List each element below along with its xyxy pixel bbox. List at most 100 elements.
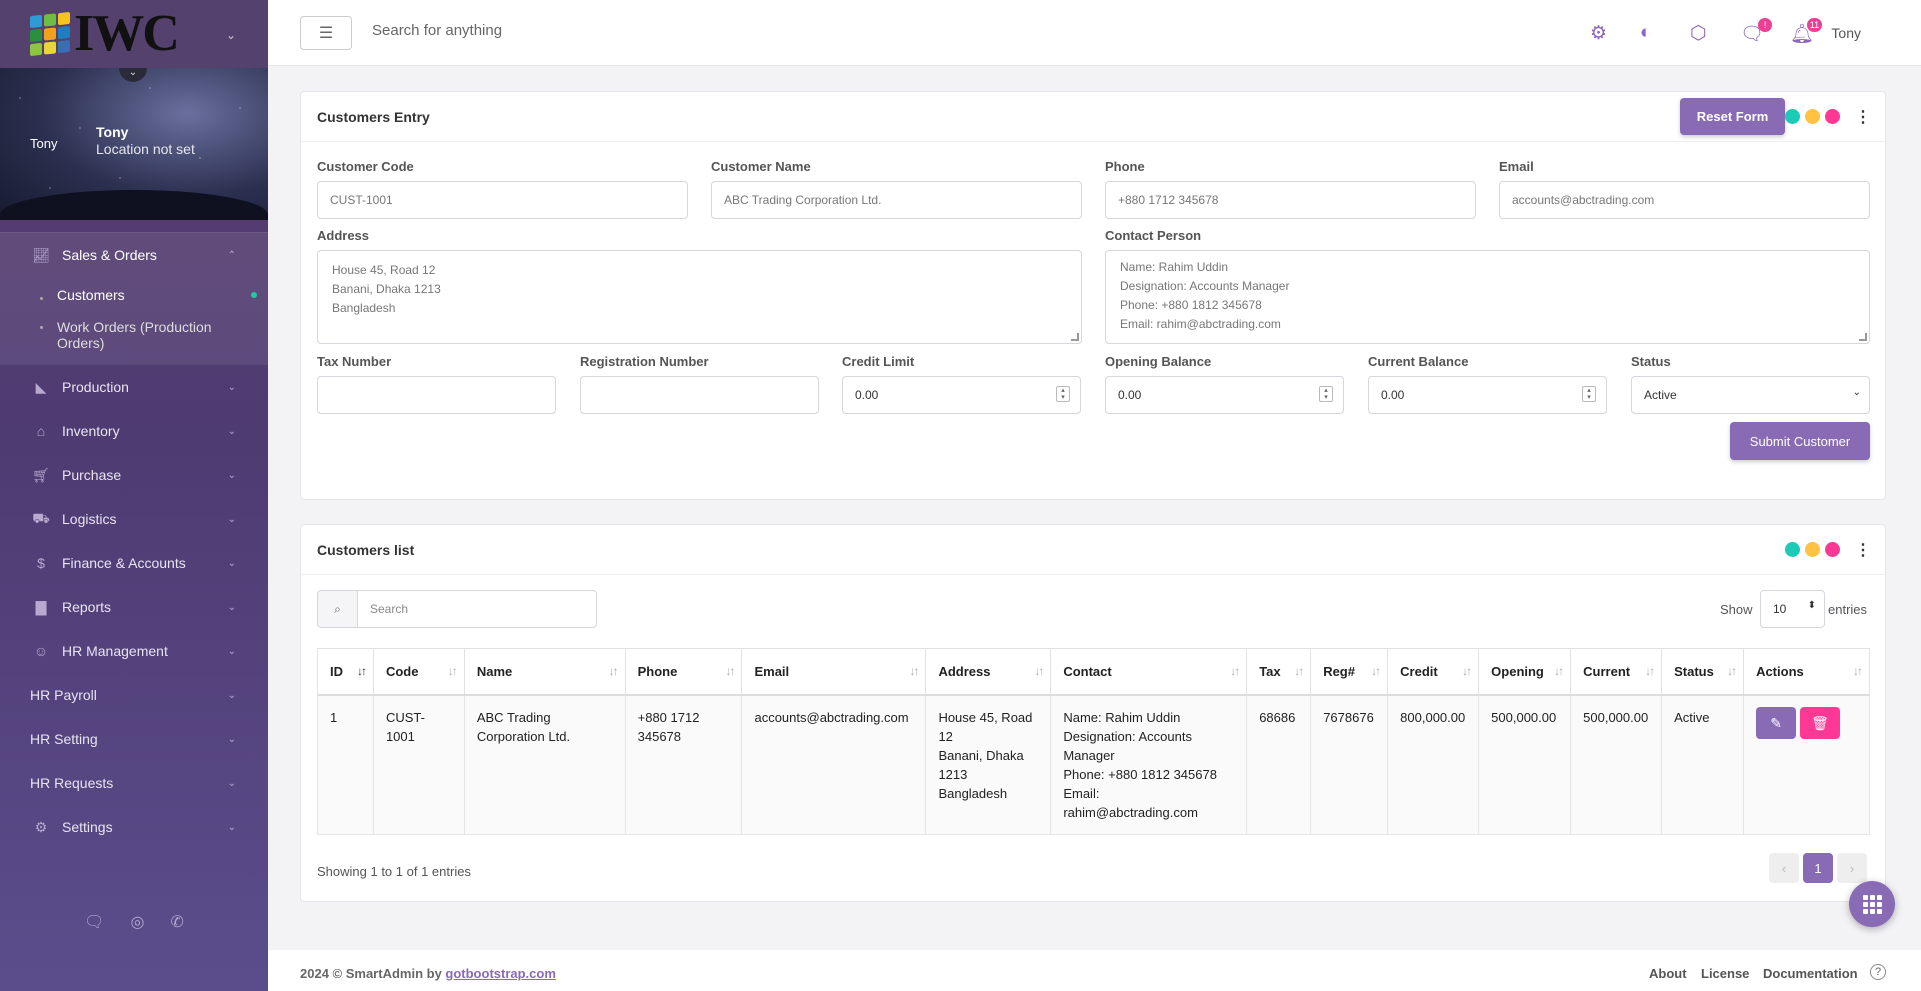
nav-item-settings[interactable]: ⚙ Settings ⌄ xyxy=(0,805,268,849)
page-button[interactable]: 1 xyxy=(1803,853,1833,883)
submit-customer-button[interactable]: Submit Customer xyxy=(1730,422,1870,460)
chevron-down-icon[interactable]: ⌄ xyxy=(226,28,236,42)
col-status[interactable]: Status ↓↑ xyxy=(1661,648,1745,696)
col-phone[interactable]: Phone ↓↑ xyxy=(624,648,743,696)
panel-title: Customers list xyxy=(317,541,415,558)
next-page-button[interactable]: › xyxy=(1837,853,1867,883)
col-current[interactable]: Current ↓↑ xyxy=(1570,648,1663,696)
nav-item-sales-orders[interactable]: 📈︎ Sales & Orders ⌃ xyxy=(0,233,268,277)
col-address[interactable]: Address ↓↑ xyxy=(925,648,1052,696)
credit-limit-input[interactable]: 0.00 ▴ ▾ xyxy=(842,376,1081,414)
global-search-input[interactable] xyxy=(372,22,772,39)
app-grid-button[interactable] xyxy=(1849,881,1895,927)
email-input[interactable]: accounts@abctrading.com xyxy=(1499,181,1870,219)
tax-number-input[interactable] xyxy=(317,376,556,414)
top-user-name[interactable]: Tony xyxy=(1831,25,1861,41)
sort-icon: ↓↑ xyxy=(1462,664,1472,678)
support-icon[interactable]: ◎ xyxy=(130,912,144,932)
menu-toggle-button[interactable]: ☰ xyxy=(300,16,352,50)
chevron-down-icon: ⌄ xyxy=(227,601,236,613)
resize-grip-icon[interactable] xyxy=(1071,333,1079,341)
col-id[interactable]: ID ↓↑ xyxy=(317,648,374,696)
footer-about-link[interactable]: About xyxy=(1649,966,1687,981)
close-dot[interactable] xyxy=(1825,109,1840,124)
sub-item-customers[interactable]: Customers xyxy=(0,277,268,313)
brand-logo[interactable]: IWC ⌄ xyxy=(0,0,268,68)
col-name[interactable]: Name ↓↑ xyxy=(463,648,626,696)
bell-icon[interactable]: 🔔︎ 11 xyxy=(1790,18,1823,46)
footer-link[interactable]: gotbootstrap.com xyxy=(445,966,556,981)
cube-icon[interactable]: ⬡ xyxy=(1690,22,1707,45)
prev-page-button[interactable]: ‹ xyxy=(1769,853,1799,883)
sub-item-work-orders[interactable]: Work Orders (Production Orders) xyxy=(0,313,268,357)
table-search-input[interactable]: Search xyxy=(357,590,597,628)
page-footer: 2024 © SmartAdmin by gotbootstrap.com Ab… xyxy=(268,950,1921,991)
entries-select[interactable]: 10 ⬍ xyxy=(1760,590,1825,628)
col-code[interactable]: Code ↓↑ xyxy=(372,648,465,696)
chevron-down-icon: ⌄ xyxy=(1852,387,1861,398)
opening-balance-input[interactable]: 0.00 ▴ ▾ xyxy=(1105,376,1344,414)
nav-item-purchase[interactable]: 🛒︎ Purchase ⌄ xyxy=(0,453,268,497)
phone-input[interactable]: +880 1712 345678 xyxy=(1105,181,1476,219)
fullscreen-dot[interactable] xyxy=(1805,109,1820,124)
number-spinner-icon[interactable]: ▴ ▾ xyxy=(1582,386,1596,402)
theme-toggle-icon[interactable]: ◐ xyxy=(1640,22,1651,44)
table-header-row: ID ↓↑ Code ↓↑ Name ↓↑ Phone ↓↑ Email ↓↑ Addre… xyxy=(317,648,1870,696)
nav-item-hr-payroll[interactable]: HR Payroll ⌄ xyxy=(0,673,268,717)
reset-form-button[interactable]: Reset Form xyxy=(1680,98,1785,135)
col-contact[interactable]: Contact ↓↑ xyxy=(1050,648,1248,696)
more-options-icon[interactable]: ⋮ xyxy=(1855,540,1871,560)
collapse-dot[interactable] xyxy=(1785,109,1800,124)
nav-group-sales: 📈︎ Sales & Orders ⌃ Customers Work Order… xyxy=(0,232,268,365)
col-reg[interactable]: Reg# ↓↑ xyxy=(1310,648,1389,696)
col-actions[interactable]: Actions ↓↑ xyxy=(1743,648,1870,696)
status-select[interactable]: Active ⌄ xyxy=(1631,376,1870,414)
col-credit[interactable]: Credit ↓↑ xyxy=(1387,648,1480,696)
chat-icon[interactable]: 🗨︎ xyxy=(84,912,104,932)
nav-item-finance[interactable]: $ Finance & Accounts ⌄ xyxy=(0,541,268,585)
delete-button[interactable]: 🗑︎ xyxy=(1800,706,1841,739)
footer-license-link[interactable]: License xyxy=(1701,966,1749,981)
col-tax[interactable]: Tax ↓↑ xyxy=(1246,648,1312,696)
chevron-down-icon: ⌄ xyxy=(227,777,236,789)
nav-item-hr-setting[interactable]: HR Setting ⌄ xyxy=(0,717,268,761)
col-opening[interactable]: Opening ↓↑ xyxy=(1478,648,1572,696)
chevron-down-icon: ⌄ xyxy=(227,469,236,481)
edit-button[interactable]: ✎ xyxy=(1756,706,1797,739)
nav-item-reports[interactable]: ▇ Reports ⌄ xyxy=(0,585,268,629)
customers-entry-panel: Customers Entry Reset Form ⋮ Customer Co… xyxy=(300,91,1886,500)
grid-icon xyxy=(1862,894,1882,914)
fullscreen-dot[interactable] xyxy=(1805,542,1820,557)
avatar[interactable]: Tony xyxy=(30,136,57,151)
resize-grip-icon[interactable] xyxy=(1859,333,1867,341)
messages-icon[interactable]: 🗨︎! xyxy=(1740,18,1773,46)
nav-item-production[interactable]: ◣ Production ⌄ xyxy=(0,365,268,409)
profile-name[interactable]: Tony xyxy=(96,124,128,140)
close-dot[interactable] xyxy=(1825,542,1840,557)
credit-limit-label: Credit Limit xyxy=(842,354,915,369)
more-options-icon[interactable]: ⋮ xyxy=(1855,107,1871,127)
phone-icon[interactable]: ✆ xyxy=(170,912,183,932)
chevron-down-icon: ⌄ xyxy=(227,557,236,569)
cell-id: 1 xyxy=(317,694,374,835)
customer-name-input[interactable]: ABC Trading Corporation Ltd. xyxy=(711,181,1082,219)
contact-person-textarea[interactable]: Name: Rahim Uddin Designation: Accounts … xyxy=(1105,250,1870,344)
chevron-right-icon: › xyxy=(1849,860,1855,876)
nav-item-inventory[interactable]: ⌂ Inventory ⌄ xyxy=(0,409,268,453)
number-spinner-icon[interactable]: ▴ ▾ xyxy=(1319,386,1333,402)
collapse-dot[interactable] xyxy=(1785,542,1800,557)
gear-icon[interactable]: ⚙ xyxy=(1590,22,1607,45)
customer-name-label: Customer Name xyxy=(711,159,811,174)
nav-item-hr-management[interactable]: ☺ HR Management ⌄ xyxy=(0,629,268,673)
current-balance-input[interactable]: 0.00 ▴ ▾ xyxy=(1368,376,1607,414)
customer-code-input[interactable]: CUST-1001 xyxy=(317,181,688,219)
nav-item-hr-requests[interactable]: HR Requests ⌄ xyxy=(0,761,268,805)
number-spinner-icon[interactable]: ▴ ▾ xyxy=(1056,386,1070,402)
help-icon[interactable]: ? xyxy=(1870,964,1886,980)
col-email[interactable]: Email ↓↑ xyxy=(741,648,927,696)
sort-updown-icon: ⬍ xyxy=(1807,600,1816,611)
footer-documentation-link[interactable]: Documentation xyxy=(1763,966,1858,981)
registration-number-input[interactable] xyxy=(580,376,819,414)
address-textarea[interactable]: House 45, Road 12 Banani, Dhaka 1213 Ban… xyxy=(317,250,1082,344)
nav-item-logistics[interactable]: ⛟ Logistics ⌄ xyxy=(0,497,268,541)
